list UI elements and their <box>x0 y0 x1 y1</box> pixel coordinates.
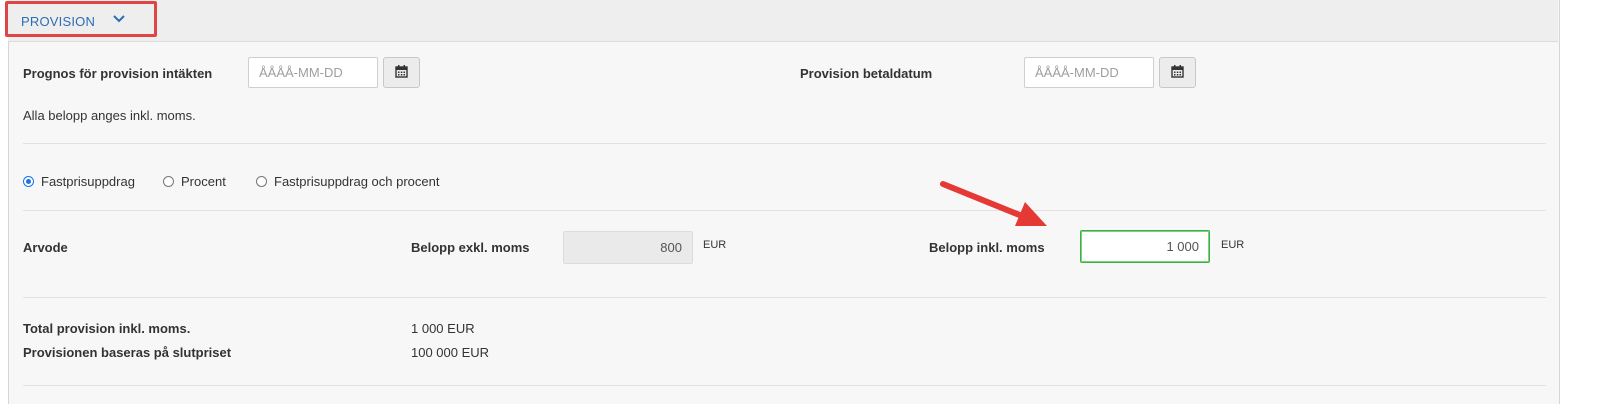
fee-label: Arvode <box>23 240 68 255</box>
vat-notice: Alla belopp anges inkl. moms. <box>23 108 196 123</box>
divider <box>23 143 1546 144</box>
provision-section-toggle[interactable]: PROVISION <box>5 1 157 37</box>
currency-unit: EUR <box>703 239 727 251</box>
calendar-icon <box>1171 64 1184 81</box>
provision-panel <box>8 0 1560 404</box>
radio-unchecked-icon <box>256 176 267 187</box>
forecast-calendar-button[interactable] <box>383 57 420 88</box>
paid-date-input[interactable] <box>1024 57 1154 88</box>
currency-unit: EUR <box>1221 239 1245 251</box>
total-commission-label: Total provision inkl. moms. <box>23 321 191 336</box>
chevron-down-icon <box>112 12 126 26</box>
paid-date-label: Provision betaldatum <box>800 66 933 81</box>
radio-label: Fastprisuppdrag och procent <box>274 174 440 189</box>
commission-basis-label: Provisionen baseras på slutpriset <box>23 345 232 360</box>
radio-percent[interactable]: Procent <box>163 174 226 189</box>
forecast-date-label: Prognos för provision intäkten <box>23 66 213 81</box>
divider <box>23 385 1546 386</box>
divider <box>23 297 1546 298</box>
commission-basis-value: 100 000 EUR <box>411 345 490 360</box>
forecast-date-input[interactable] <box>248 57 378 88</box>
radio-fixed-and-percent[interactable]: Fastprisuppdrag och procent <box>256 174 439 189</box>
section-header <box>8 0 1558 42</box>
amount-incl-vat-label: Belopp inkl. moms <box>929 240 1045 255</box>
amount-excl-vat-input <box>563 231 693 264</box>
amount-incl-vat-input[interactable] <box>1080 230 1210 263</box>
amount-excl-vat-label: Belopp exkl. moms <box>411 240 530 255</box>
total-commission-value: 1 000 EUR <box>411 321 475 336</box>
radio-unchecked-icon <box>163 176 174 187</box>
radio-checked-icon <box>23 176 34 187</box>
radio-fixed-price[interactable]: Fastprisuppdrag <box>23 174 135 189</box>
calendar-icon <box>395 64 408 81</box>
section-title: PROVISION <box>21 14 96 29</box>
radio-label: Fastprisuppdrag <box>41 174 135 189</box>
annotation-arrow-icon <box>940 181 1047 226</box>
divider <box>23 210 1546 211</box>
radio-label: Procent <box>181 174 226 189</box>
paid-calendar-button[interactable] <box>1159 57 1196 88</box>
